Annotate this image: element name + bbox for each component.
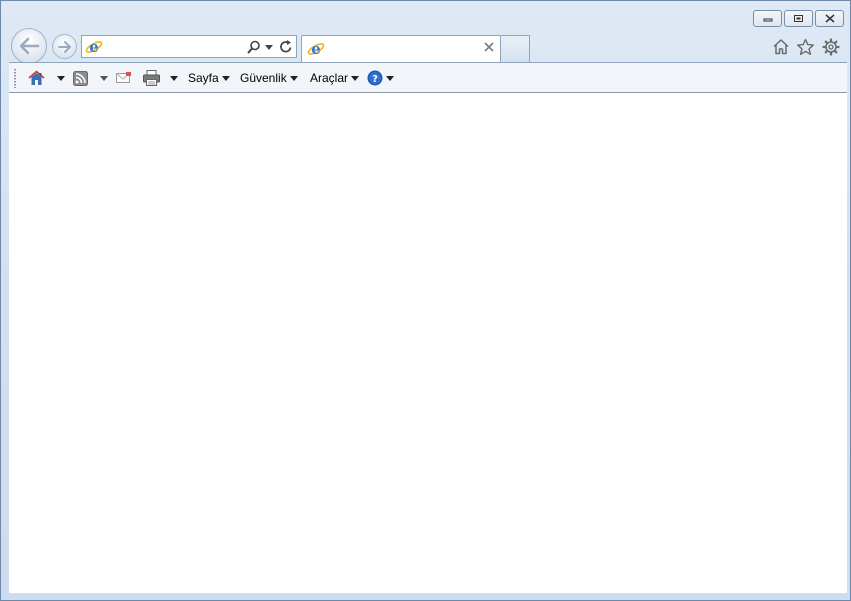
browser-tab[interactable]: e	[301, 35, 501, 62]
forward-arrow-icon	[57, 40, 71, 53]
ie-logo-icon: e	[307, 40, 325, 58]
chevron-down-icon[interactable]	[265, 45, 273, 50]
help-menu[interactable]: ?	[367, 70, 394, 86]
tools-menu-label: Araçlar	[310, 71, 349, 85]
page-content-area[interactable]	[9, 93, 847, 593]
feeds-button[interactable]	[73, 70, 88, 86]
settings-button[interactable]	[821, 37, 840, 56]
tools-menu[interactable]: Araçlar	[310, 70, 360, 86]
forward-button[interactable]	[52, 34, 77, 59]
svg-text:?: ?	[372, 74, 378, 85]
chevron-down-icon	[170, 75, 178, 81]
close-icon	[825, 14, 834, 23]
new-tab-button[interactable]	[501, 35, 530, 62]
minimize-button[interactable]	[753, 10, 782, 27]
restore-icon	[794, 15, 803, 22]
chevron-down-icon	[57, 75, 65, 81]
chevron-down-icon	[386, 75, 394, 81]
chevron-down-icon	[289, 75, 298, 81]
minimize-icon	[763, 18, 772, 21]
security-menu[interactable]: Güvenlik	[240, 70, 298, 86]
caption-buttons	[753, 10, 844, 27]
svg-text:e: e	[89, 38, 99, 56]
home-command-button[interactable]	[28, 70, 45, 86]
home-icon	[772, 39, 789, 55]
home-dropdown[interactable]	[54, 70, 65, 86]
back-arrow-icon	[19, 37, 40, 55]
home-button[interactable]	[771, 37, 790, 56]
browser-window: e e Sayfa Güvenlik Araçlar ?	[0, 0, 851, 601]
print-dropdown[interactable]	[167, 70, 178, 86]
svg-text:e: e	[311, 40, 321, 58]
chevron-down-icon	[221, 75, 230, 81]
command-bar: Sayfa Güvenlik Araçlar ?	[9, 62, 847, 93]
page-menu[interactable]: Sayfa	[188, 70, 230, 86]
toolbar-grip[interactable]	[14, 69, 16, 88]
restore-button[interactable]	[784, 10, 813, 27]
read-mail-button[interactable]	[116, 70, 131, 86]
print-icon	[143, 70, 160, 86]
search-icon[interactable]	[247, 40, 261, 54]
chevron-down-icon	[100, 75, 108, 81]
help-icon: ?	[367, 70, 383, 86]
refresh-icon[interactable]	[279, 39, 293, 54]
read-mail-icon	[116, 72, 131, 83]
close-button[interactable]	[815, 10, 844, 27]
settings-gear-icon	[821, 37, 840, 56]
home-icon	[28, 70, 45, 85]
chevron-down-icon	[351, 75, 360, 81]
close-icon[interactable]	[484, 42, 494, 52]
favorites-button[interactable]	[796, 37, 815, 56]
rss-feed-icon	[73, 70, 88, 86]
security-menu-label: Güvenlik	[240, 71, 287, 85]
browser-tool-icons	[771, 37, 840, 56]
page-menu-label: Sayfa	[188, 71, 219, 85]
ie-logo-icon: e	[85, 38, 103, 56]
feeds-dropdown[interactable]	[97, 70, 108, 86]
address-input[interactable]	[106, 40, 241, 54]
back-button[interactable]	[11, 28, 47, 64]
address-bar[interactable]: e	[81, 35, 297, 58]
favorites-star-icon	[797, 38, 814, 55]
print-button[interactable]	[143, 70, 160, 86]
